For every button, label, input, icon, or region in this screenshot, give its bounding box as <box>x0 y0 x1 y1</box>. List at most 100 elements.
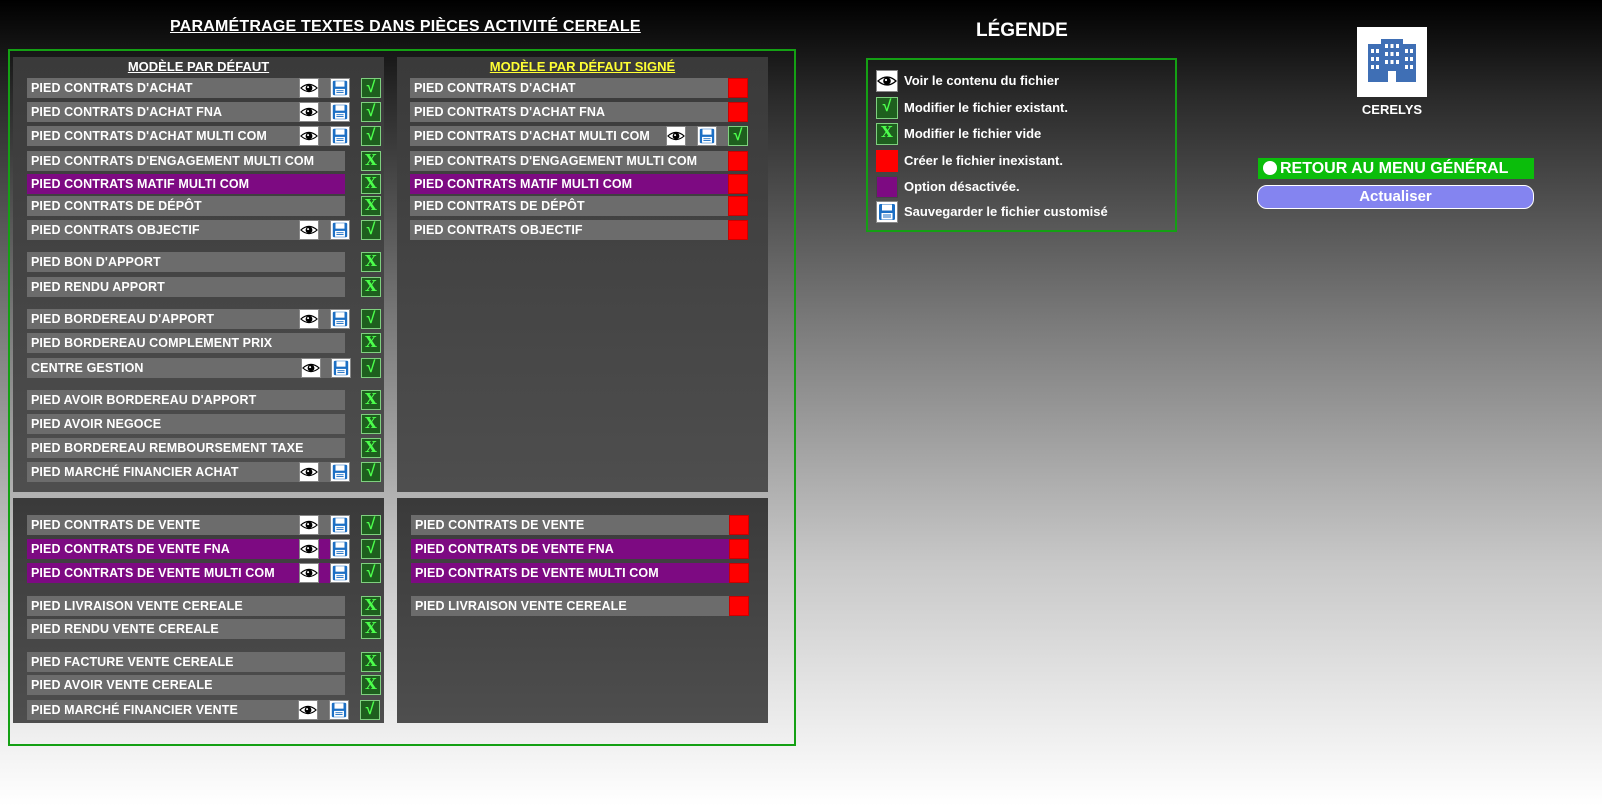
modify-empty-x-icon[interactable]: X <box>361 196 381 216</box>
view-file-eye-icon[interactable] <box>301 358 321 378</box>
view-file-eye-icon[interactable] <box>299 563 319 583</box>
legend-label: Modifier le fichier vide <box>904 126 1042 141</box>
view-file-eye-icon[interactable] <box>299 515 319 535</box>
refresh-button[interactable]: Actualiser <box>1257 185 1534 209</box>
row-label: PIED CONTRATS D'ENGAGEMENT MULTI COM <box>410 151 728 171</box>
modify-empty-x-icon[interactable]: X <box>361 652 381 672</box>
building-icon[interactable] <box>1357 27 1427 97</box>
row-label: PIED CONTRATS DE VENTE FNA <box>27 539 345 559</box>
save-file-floppy-icon[interactable] <box>330 539 350 559</box>
save-file-floppy-icon[interactable] <box>330 309 350 329</box>
row-label: PIED CONTRATS OBJECTIF <box>410 220 728 240</box>
view-file-eye-icon[interactable] <box>299 462 319 482</box>
create-file-red-icon[interactable] <box>728 220 748 240</box>
row-signed-contrats-depot: PIED CONTRATS DE DÉPÔT <box>410 196 764 216</box>
modify-existing-check-icon[interactable]: √ <box>361 220 381 240</box>
row-label: PIED CONTRATS DE VENTE MULTI COM <box>411 563 729 583</box>
save-file-floppy-icon[interactable] <box>331 358 351 378</box>
create-file-red-icon[interactable] <box>728 174 748 194</box>
modify-existing-check-icon[interactable]: √ <box>361 563 381 583</box>
row-label: PIED CONTRATS DE VENTE <box>27 515 345 535</box>
create-file-red-icon[interactable] <box>729 563 749 583</box>
row-signed-livraison-vente-cereale: PIED LIVRAISON VENTE CEREALE <box>411 596 765 616</box>
modify-existing-check-icon[interactable]: √ <box>361 102 381 122</box>
save-file-floppy-icon[interactable] <box>330 462 350 482</box>
modify-existing-check-icon[interactable]: √ <box>361 539 381 559</box>
create-file-red-icon[interactable] <box>729 515 749 535</box>
view-file-eye-icon[interactable] <box>299 126 319 146</box>
create-file-red-icon[interactable] <box>728 78 748 98</box>
back-to-main-menu-button[interactable]: RETOUR AU MENU GÉNÉRAL <box>1258 158 1534 179</box>
page-title: PARAMÉTRAGE TEXTES DANS PIÈCES ACTIVITÉ … <box>170 18 641 35</box>
menu-button-label: RETOUR AU MENU GÉNÉRAL <box>1280 160 1509 177</box>
x-icon: X <box>876 123 898 145</box>
modify-empty-x-icon[interactable]: X <box>361 333 381 353</box>
legend-title: LÉGENDE <box>976 20 1068 41</box>
view-file-eye-icon[interactable] <box>298 700 318 720</box>
row-contrats-engagement-multi-com: PIED CONTRATS D'ENGAGEMENT MULTI COM X <box>27 151 381 171</box>
modify-existing-check-icon[interactable]: √ <box>360 700 380 720</box>
row-signed-contrats-objectif: PIED CONTRATS OBJECTIF <box>410 220 764 240</box>
modify-existing-check-icon[interactable]: √ <box>361 515 381 535</box>
save-file-floppy-icon[interactable] <box>329 700 349 720</box>
modify-existing-check-icon[interactable]: √ <box>361 358 381 378</box>
create-file-red-icon[interactable] <box>728 151 748 171</box>
modify-empty-x-icon[interactable]: X <box>361 252 381 272</box>
modify-empty-x-icon[interactable]: X <box>361 414 381 434</box>
row-label: PIED MARCHÉ FINANCIER ACHAT <box>27 462 345 482</box>
save-file-floppy-icon[interactable] <box>330 515 350 535</box>
row-label: PIED RENDU APPORT <box>27 277 345 297</box>
row-label: PIED CONTRATS DE DÉPÔT <box>27 196 345 216</box>
view-file-eye-icon[interactable] <box>299 309 319 329</box>
modify-existing-check-icon[interactable]: √ <box>361 78 381 98</box>
row-label: PIED CONTRATS DE VENTE <box>411 515 729 535</box>
modify-empty-x-icon[interactable]: X <box>361 438 381 458</box>
create-file-red-icon[interactable] <box>728 196 748 216</box>
row-label: PIED CONTRATS MATIF MULTI COM <box>27 174 345 194</box>
row-label: PIED CONTRATS DE DÉPÔT <box>410 196 728 216</box>
row-contrats-matif-multi-com: PIED CONTRATS MATIF MULTI COM X <box>27 174 381 194</box>
panel-signed-model: MODÈLE PAR DÉFAUT SIGNÉ PIED CONTRATS D'… <box>397 57 768 492</box>
modify-existing-check-icon[interactable]: √ <box>361 309 381 329</box>
row-contrats-depot: PIED CONTRATS DE DÉPÔT X <box>27 196 381 216</box>
row-label: PIED CONTRATS D'ACHAT <box>27 78 345 98</box>
modify-empty-x-icon[interactable]: X <box>361 151 381 171</box>
modify-empty-x-icon[interactable]: X <box>361 619 381 639</box>
save-file-floppy-icon[interactable] <box>330 78 350 98</box>
legend-label: Modifier le fichier existant. <box>904 100 1068 115</box>
view-file-eye-icon[interactable] <box>666 126 686 146</box>
view-file-eye-icon[interactable] <box>299 102 319 122</box>
save-file-floppy-icon[interactable] <box>697 126 717 146</box>
view-file-eye-icon[interactable] <box>299 78 319 98</box>
row-contrats-vente-multi-com: PIED CONTRATS DE VENTE MULTI COM √ <box>27 563 381 583</box>
save-file-floppy-icon[interactable] <box>330 126 350 146</box>
modify-existing-check-icon[interactable]: √ <box>361 126 381 146</box>
view-file-eye-icon[interactable] <box>299 539 319 559</box>
eye-icon <box>876 70 898 92</box>
row-label: PIED CONTRATS MATIF MULTI COM <box>410 174 728 194</box>
row-contrats-achat-multi-com: PIED CONTRATS D'ACHAT MULTI COM √ <box>27 126 381 146</box>
row-facture-vente-cereale: PIED FACTURE VENTE CEREALE X <box>27 652 381 672</box>
row-label: PIED BORDEREAU D'APPORT <box>27 309 345 329</box>
modify-existing-check-icon[interactable]: √ <box>361 462 381 482</box>
save-file-floppy-icon[interactable] <box>330 563 350 583</box>
create-file-red-icon[interactable] <box>728 102 748 122</box>
modify-empty-x-icon[interactable]: X <box>361 174 381 194</box>
view-file-eye-icon[interactable] <box>299 220 319 240</box>
modify-empty-x-icon[interactable]: X <box>361 390 381 410</box>
arrow-circle-icon <box>1263 161 1277 175</box>
row-label: PIED LIVRAISON VENTE CEREALE <box>27 596 345 616</box>
panel-default-model: MODÈLE PAR DÉFAUT PIED CONTRATS D'ACHAT … <box>13 57 384 492</box>
row-centre-gestion: CENTRE GESTION √ <box>27 358 381 378</box>
modify-existing-check-icon[interactable]: √ <box>728 126 748 146</box>
create-file-red-icon[interactable] <box>729 539 749 559</box>
save-file-floppy-icon[interactable] <box>330 102 350 122</box>
row-signed-contrats-vente-fna: PIED CONTRATS DE VENTE FNA <box>411 539 765 559</box>
row-label: PIED BON D'APPORT <box>27 252 345 272</box>
row-label: PIED CONTRATS DE VENTE FNA <box>411 539 729 559</box>
save-file-floppy-icon[interactable] <box>330 220 350 240</box>
modify-empty-x-icon[interactable]: X <box>361 277 381 297</box>
modify-empty-x-icon[interactable]: X <box>361 596 381 616</box>
modify-empty-x-icon[interactable]: X <box>361 675 381 695</box>
create-file-red-icon[interactable] <box>729 596 749 616</box>
